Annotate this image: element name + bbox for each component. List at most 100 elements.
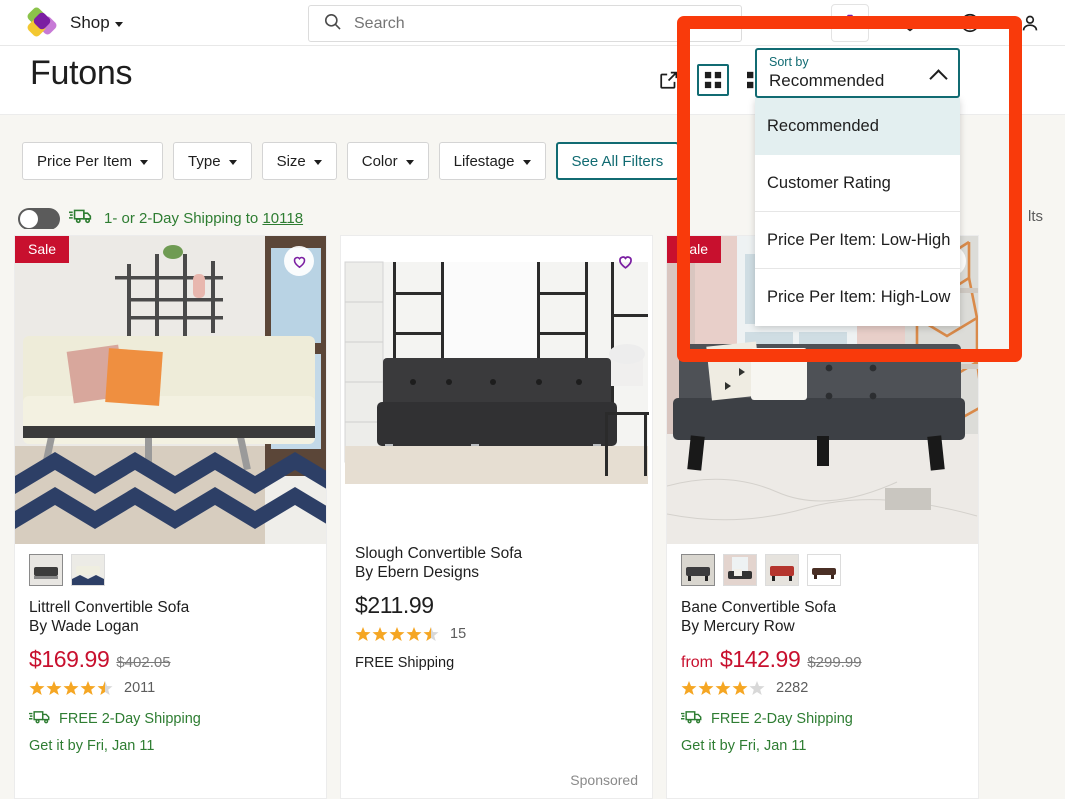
product-price-row: $211.99 <box>355 592 638 619</box>
product-image[interactable]: Sale <box>15 236 326 544</box>
product-shipping-line: FREE Shipping <box>355 655 638 671</box>
product-review-count: 2282 <box>776 680 809 696</box>
star-rating-icons <box>681 680 769 696</box>
product-shipping-text: FREE 2-Day Shipping <box>711 711 853 727</box>
fast-shipping-toggle[interactable] <box>18 207 60 230</box>
shop-menu-label: Shop <box>70 12 110 32</box>
chevron-down-icon <box>140 160 149 165</box>
sort-option-customer-rating[interactable]: Customer Rating <box>755 155 960 212</box>
shop-menu-button[interactable]: Shop <box>70 13 123 33</box>
product-thumbnail-strip <box>15 544 326 590</box>
favorite-heart-icon[interactable] <box>284 246 314 276</box>
product-price: $211.99 <box>355 592 434 618</box>
sort-option-recommended[interactable]: Recommended <box>755 98 960 155</box>
fast-shipping-truck-icon <box>29 709 53 729</box>
top-navigation-bar: Shop <box>0 0 1065 46</box>
filter-chip-price-per-item[interactable]: Price Per Item <box>22 142 164 180</box>
fast-shipping-to: to <box>245 210 259 227</box>
filter-chip-label: Lifestage <box>453 152 515 170</box>
product-info: Bane Convertible Sofa By Mercury Row fro… <box>667 590 978 768</box>
fast-shipping-filter-row: 1- or 2-Day Shipping to 10118 <box>18 207 303 230</box>
product-shipping-text: FREE 2-Day Shipping <box>59 711 201 727</box>
filter-chip-color[interactable]: Color <box>346 142 429 180</box>
filter-chip-group: Price Per Item Type Size Color Lifestage… <box>22 142 680 180</box>
product-name[interactable]: Bane Convertible Sofa <box>681 598 964 617</box>
sort-option-price-low-high[interactable]: Price Per Item: Low-High <box>755 212 960 269</box>
product-thumbnail[interactable] <box>681 554 715 586</box>
filter-chip-label: Type <box>188 152 221 170</box>
sort-option-price-high-low[interactable]: Price Per Item: High-Low <box>755 269 960 326</box>
sale-badge: Sale <box>15 236 70 263</box>
share-icon[interactable] <box>653 64 685 96</box>
search-bar[interactable] <box>308 5 742 42</box>
product-rating-row: 2011 <box>29 680 312 696</box>
grid-view-icon[interactable] <box>697 64 729 96</box>
fast-shipping-truck-icon <box>681 709 705 729</box>
product-original-price: $402.05 <box>116 654 171 671</box>
sort-option-label: Price Per Item: Low-High <box>767 230 951 249</box>
page-title: Futons <box>30 54 133 92</box>
filter-chip-label: Color <box>361 152 398 170</box>
product-brand: By Ebern Designs <box>355 564 480 581</box>
sort-by-button[interactable]: Sort by Recommended <box>755 48 960 98</box>
chevron-down-icon <box>405 160 414 165</box>
product-image[interactable] <box>341 236 652 536</box>
product-brand: By Mercury Row <box>681 618 795 635</box>
favorite-heart-icon[interactable] <box>610 246 640 276</box>
product-shipping-line: FREE 2-Day Shipping <box>29 709 312 729</box>
filter-chip-lifestage[interactable]: Lifestage <box>438 142 546 180</box>
product-shipping-text: FREE Shipping <box>355 655 455 671</box>
heart-icon[interactable] <box>891 4 929 42</box>
product-rating-row: 2282 <box>681 680 964 696</box>
chevron-down-icon <box>228 160 237 165</box>
product-name[interactable]: Littrell Convertible Sofa <box>29 598 312 617</box>
filter-chip-type[interactable]: Type <box>173 142 252 180</box>
product-info: Littrell Convertible Sofa By Wade Logan … <box>15 590 326 768</box>
star-rating-icons <box>355 626 443 642</box>
product-rating-row: 15 <box>355 626 638 642</box>
results-count-text: lts <box>1028 208 1043 225</box>
sort-by-options-menu: Recommended Customer Rating Price Per It… <box>755 98 960 326</box>
product-card[interactable]: Slough Convertible Sofa By Ebern Designs… <box>340 235 653 799</box>
sort-by-dropdown: Sort by Recommended Recommended Customer… <box>755 48 960 326</box>
sort-by-value: Recommended <box>769 71 885 90</box>
help-icon[interactable] <box>951 4 989 42</box>
product-delivery-date: Get it by Fri, Jan 11 <box>681 738 807 754</box>
filter-chip-label: Size <box>276 152 306 170</box>
zip-code-link[interactable]: 10118 <box>262 210 303 227</box>
product-info: Slough Convertible Sofa By Ebern Designs… <box>341 536 652 685</box>
sort-by-label: Sort by <box>769 55 809 69</box>
chevron-down-icon <box>313 160 322 165</box>
product-price-from-label: from <box>681 654 713 671</box>
product-original-price: $299.99 <box>807 654 862 671</box>
see-all-filters-button[interactable]: See All Filters <box>555 142 680 180</box>
product-shipping-line: FREE 2-Day Shipping <box>681 709 964 729</box>
product-name[interactable]: Slough Convertible Sofa <box>355 544 638 563</box>
sort-option-label: Recommended <box>767 117 879 135</box>
product-delivery-date: Get it by Fri, Jan 11 <box>29 738 155 754</box>
fast-shipping-text: 1- or 2-Day Shipping <box>104 210 242 227</box>
product-thumbnail[interactable] <box>71 554 105 586</box>
product-thumbnail-strip <box>667 544 978 590</box>
fast-shipping-label: 1- or 2-Day Shipping to 10118 <box>104 210 303 227</box>
wayfair-flower-logo[interactable] <box>25 5 59 38</box>
account-icon[interactable] <box>1011 4 1049 42</box>
star-rating-icons <box>29 680 117 696</box>
search-input[interactable] <box>354 14 684 33</box>
product-thumbnail[interactable] <box>723 554 757 586</box>
product-brand: By Wade Logan <box>29 618 139 635</box>
product-card[interactable]: Sale Littrell Convertible Sofa By Wade L… <box>14 235 327 799</box>
sort-option-label: Price Per Item: High-Low <box>767 288 951 306</box>
sort-option-label: Customer Rating <box>767 173 891 192</box>
cart-icon[interactable] <box>831 4 869 42</box>
chevron-down-icon <box>114 21 123 27</box>
product-review-count: 15 <box>450 626 467 642</box>
filter-chip-size[interactable]: Size <box>261 142 337 180</box>
product-thumbnail[interactable] <box>29 554 63 586</box>
product-thumbnail[interactable] <box>765 554 799 586</box>
product-review-count: 2011 <box>124 680 156 696</box>
product-price-row: from $142.99 $299.99 <box>681 646 964 673</box>
product-price: $169.99 <box>29 646 110 672</box>
product-thumbnail[interactable] <box>807 554 841 586</box>
sale-badge: Sale <box>667 236 722 263</box>
